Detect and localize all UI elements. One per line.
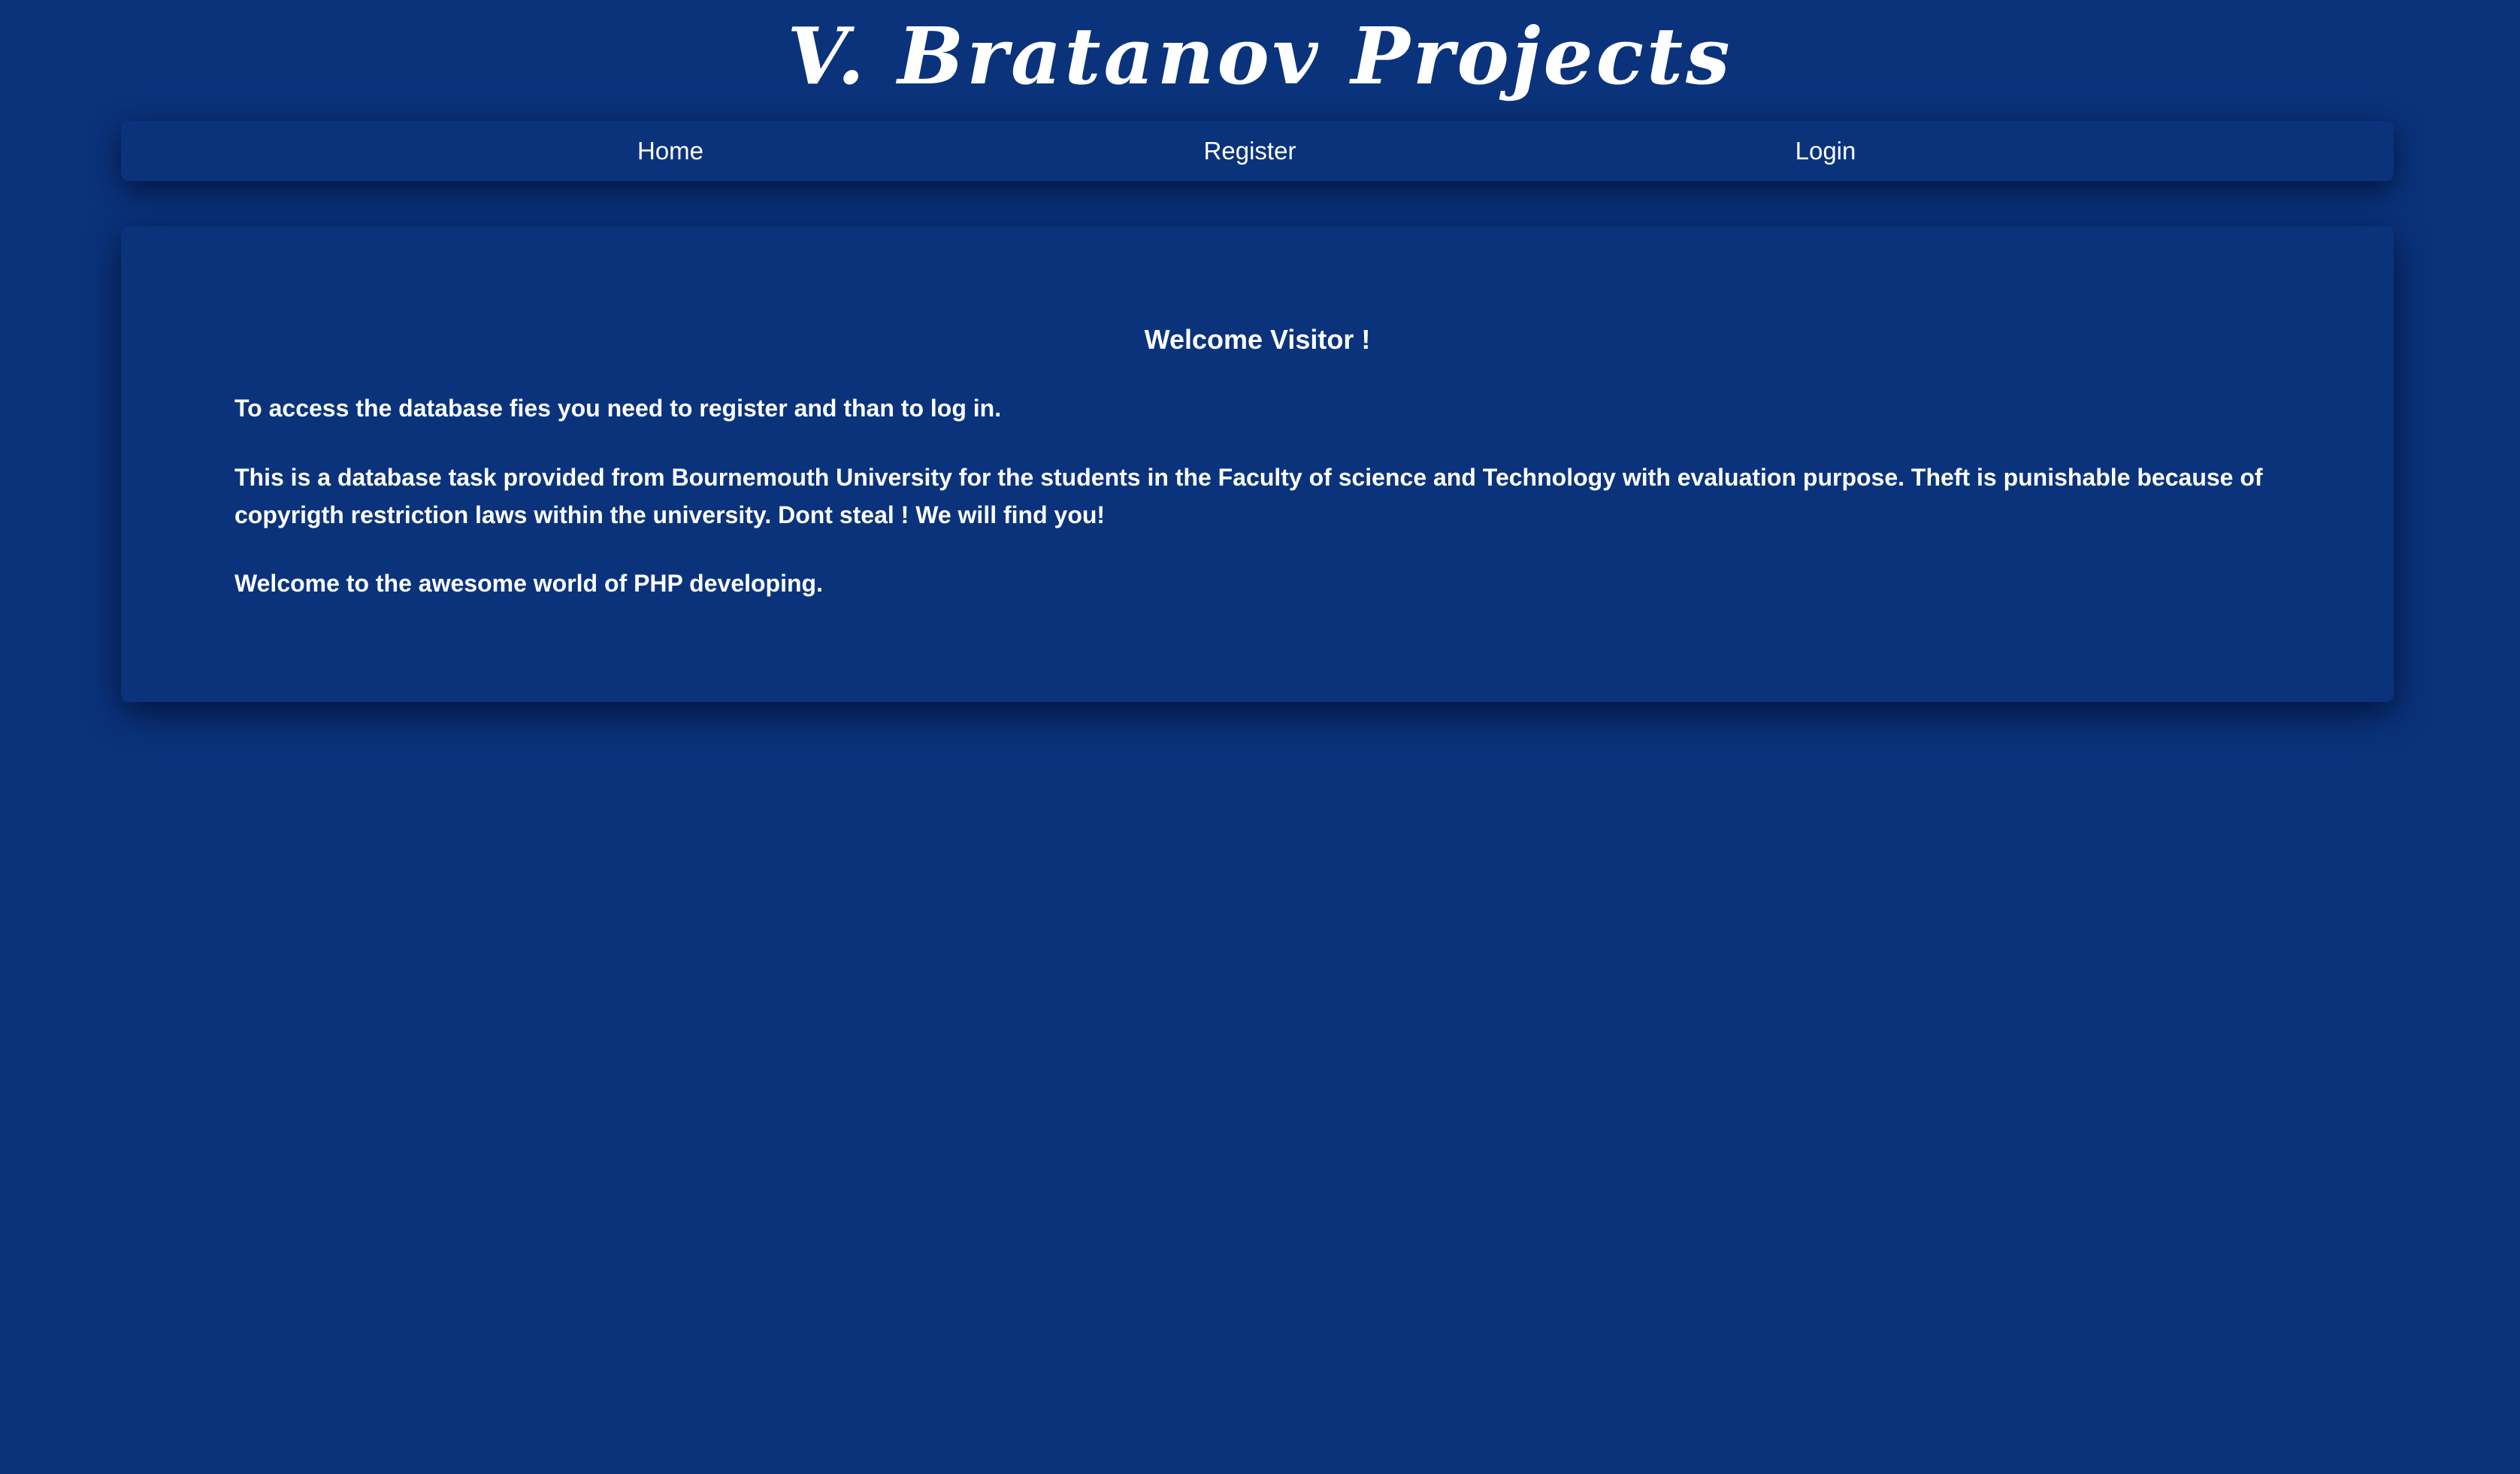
main-navigation: Home Register Login: [121, 121, 2394, 181]
access-instructions-text: To access the database fies you need to …: [234, 395, 1002, 422]
nav-link-register[interactable]: Register: [1204, 121, 1296, 181]
nav-link-login[interactable]: Login: [1795, 121, 1856, 181]
welcome-heading: Welcome Visitor !: [1144, 324, 1371, 355]
disclaimer-text: This is a database task provided from Bo…: [234, 464, 2263, 528]
site-title: V. Bratanov Projects: [787, 10, 1733, 102]
welcome-message-text: Welcome to the awesome world of PHP deve…: [234, 570, 823, 597]
content-panel: Welcome Visitor ! To access the database…: [121, 226, 2394, 702]
nav-link-home[interactable]: Home: [637, 121, 703, 181]
